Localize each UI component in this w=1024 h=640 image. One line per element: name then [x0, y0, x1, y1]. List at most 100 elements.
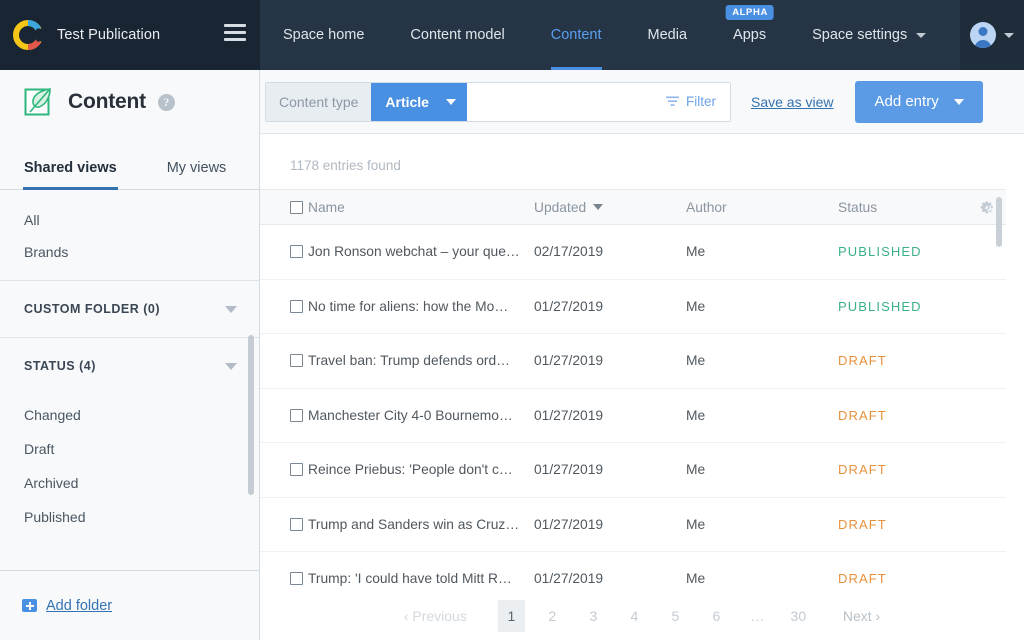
user-avatar-icon[interactable] — [970, 22, 996, 48]
status-folder-header[interactable]: STATUS (4) — [0, 338, 259, 394]
row-select-cell[interactable] — [260, 518, 308, 531]
filter-search-box[interactable]: Content type Article Filter — [265, 82, 731, 122]
pagination-next[interactable]: Next › — [843, 600, 880, 632]
contentful-logo-icon[interactable] — [13, 20, 43, 50]
row-select-cell[interactable] — [260, 463, 308, 476]
cell-name[interactable]: Jon Ronson webchat – your que… — [308, 244, 534, 259]
filter-button[interactable]: Filter — [666, 94, 730, 109]
column-header-status[interactable]: Status — [838, 200, 978, 215]
content-toolbar: Content type Article Filter Save as view — [260, 70, 1024, 134]
cell-name[interactable]: Trump: 'I could have told Mitt R… — [308, 571, 534, 586]
column-header-name[interactable]: Name — [308, 200, 534, 215]
table-row[interactable]: No time for aliens: how the Mo… 01/27/20… — [260, 280, 1006, 335]
status-badge: PUBLISHED — [838, 299, 978, 314]
page-title: Content — [68, 90, 146, 114]
add-entry-button[interactable]: Add entry — [855, 81, 982, 123]
pagination-page-4[interactable]: 4 — [621, 600, 648, 632]
cell-author: Me — [686, 353, 838, 368]
row-select-cell[interactable] — [260, 300, 308, 313]
cell-name[interactable]: Manchester City 4-0 Bournemo… — [308, 408, 534, 423]
cell-author: Me — [686, 408, 838, 423]
select-all-cell[interactable] — [260, 201, 308, 214]
content-type-value: Article — [385, 94, 429, 110]
sidebar-scroll-area: All Brands CUSTOM FOLDER (0) STATUS (4) … — [0, 190, 259, 534]
column-settings-cell[interactable] — [978, 199, 1009, 216]
nav-item-media[interactable]: Media — [625, 0, 711, 70]
sidebar-item-archived[interactable]: Archived — [0, 466, 259, 500]
space-branding-area: Test Publication — [0, 0, 260, 70]
pagination-page-5[interactable]: 5 — [662, 600, 689, 632]
funnel-filter-icon — [666, 96, 679, 107]
content-type-select[interactable]: Article — [371, 83, 467, 121]
row-select-cell[interactable] — [260, 354, 308, 367]
column-header-updated[interactable]: Updated — [534, 200, 686, 215]
account-menu[interactable] — [960, 0, 1024, 70]
leaf-content-icon — [24, 86, 54, 118]
checkbox-unchecked-icon[interactable] — [290, 409, 303, 422]
checkbox-unchecked-icon[interactable] — [290, 300, 303, 313]
cell-name[interactable]: No time for aliens: how the Mo… — [308, 299, 534, 314]
table-row[interactable]: Reince Priebus: 'People don't c… 01/27/2… — [260, 443, 1006, 498]
checkbox-unchecked-icon[interactable] — [290, 354, 303, 367]
add-folder-button[interactable]: Add folder — [46, 598, 112, 614]
status-badge: DRAFT — [838, 517, 978, 532]
pagination-page-3[interactable]: 3 — [580, 600, 607, 632]
row-select-cell[interactable] — [260, 245, 308, 258]
main-content: Content type Article Filter Save as view — [260, 70, 1024, 640]
nav-label: Content model — [410, 27, 504, 43]
pagination-previous[interactable]: ‹ Previous — [404, 600, 467, 632]
pagination-page-30[interactable]: 30 — [785, 600, 812, 632]
table-row[interactable]: Trump and Sanders win as Cruz… 01/27/201… — [260, 498, 1006, 553]
checkbox-unchecked-icon[interactable] — [290, 245, 303, 258]
pagination-page-6[interactable]: 6 — [703, 600, 730, 632]
checkbox-unchecked-icon[interactable] — [290, 572, 303, 585]
row-select-cell[interactable] — [260, 572, 308, 585]
nav-item-space-settings[interactable]: Space settings — [789, 0, 949, 70]
sidebar-header: Content ? — [0, 70, 259, 133]
sort-descending-caret-icon[interactable] — [593, 204, 603, 210]
custom-folder-header[interactable]: CUSTOM FOLDER (0) — [0, 281, 259, 337]
status-badge: DRAFT — [838, 462, 978, 477]
sidebar-item-published[interactable]: Published — [0, 500, 259, 534]
nav-item-content[interactable]: Content — [528, 0, 625, 70]
table-row[interactable]: Jon Ronson webchat – your que… 02/17/201… — [260, 225, 1006, 280]
nav-item-space-home[interactable]: Space home — [260, 0, 387, 70]
sidebar-item-draft[interactable]: Draft — [0, 432, 259, 466]
nav-label: Space settings — [812, 27, 907, 43]
sidebar-item-all[interactable]: All — [0, 204, 259, 236]
tab-shared-views[interactable]: Shared views — [24, 160, 117, 189]
table-row[interactable]: Manchester City 4-0 Bournemo… 01/27/2019… — [260, 389, 1006, 444]
cell-name[interactable]: Travel ban: Trump defends ord… — [308, 353, 534, 368]
nav-item-content-model[interactable]: Content model — [387, 0, 527, 70]
help-question-icon[interactable]: ? — [158, 94, 175, 111]
cell-name[interactable]: Reince Priebus: 'People don't c… — [308, 462, 534, 477]
table-scrollbar[interactable] — [996, 197, 1002, 247]
cell-name[interactable]: Trump and Sanders win as Cruz… — [308, 517, 534, 532]
nav-item-apps[interactable]: ALPHA Apps — [710, 0, 789, 70]
table-row[interactable]: Travel ban: Trump defends ord… 01/27/201… — [260, 334, 1006, 389]
nav-label: Apps — [733, 27, 766, 43]
pagination-page-1[interactable]: 1 — [498, 600, 525, 632]
checkbox-unchecked-icon[interactable] — [290, 201, 303, 214]
triangle-down-icon[interactable] — [225, 306, 237, 313]
row-select-cell[interactable] — [260, 409, 308, 422]
checkbox-unchecked-icon[interactable] — [290, 463, 303, 476]
sidebar-scrollbar[interactable] — [248, 335, 254, 495]
checkbox-unchecked-icon[interactable] — [290, 518, 303, 531]
status-folder-section: STATUS (4) Changed Draft Archived Publis… — [0, 338, 259, 534]
save-as-view-button[interactable]: Save as view — [751, 94, 833, 110]
sidebar-item-changed[interactable]: Changed — [0, 398, 259, 432]
pagination-page-2[interactable]: 2 — [539, 600, 566, 632]
cell-author: Me — [686, 462, 838, 477]
column-header-author[interactable]: Author — [686, 200, 838, 215]
status-items-list: Changed Draft Archived Published — [0, 394, 259, 534]
add-folder-icon[interactable] — [22, 599, 37, 612]
hamburger-menu-icon[interactable] — [224, 24, 246, 41]
tab-my-views[interactable]: My views — [167, 160, 227, 189]
triangle-down-icon[interactable] — [225, 363, 237, 370]
gear-icon[interactable] — [978, 199, 995, 216]
cell-author: Me — [686, 244, 838, 259]
primary-nav: Space home Content model Content Media A… — [260, 0, 949, 70]
sidebar-item-brands[interactable]: Brands — [0, 236, 259, 268]
add-entry-label: Add entry — [874, 93, 938, 110]
